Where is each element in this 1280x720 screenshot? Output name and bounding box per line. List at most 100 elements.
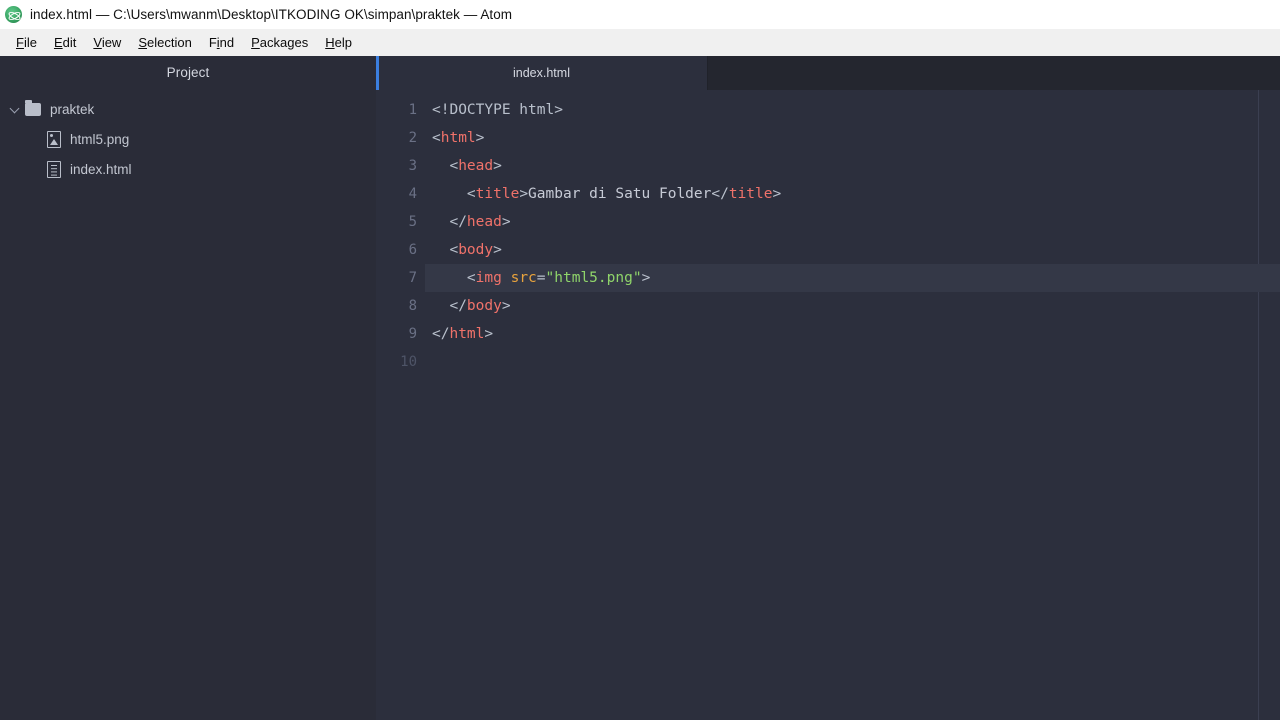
code-line-text xyxy=(417,348,432,376)
line-number: 8 xyxy=(408,298,417,314)
menu-item-help[interactable]: Help xyxy=(317,33,361,52)
menu-mnemonic: F xyxy=(16,35,24,50)
menu-item-view[interactable]: View xyxy=(85,33,130,52)
code-line-text: </html> xyxy=(417,320,493,348)
folder-icon xyxy=(25,99,41,116)
window-titlebar: index.html — C:\Users\mwanm\Desktop\ITKO… xyxy=(0,0,1280,29)
code-token: Gambar di Satu Folder xyxy=(528,186,712,202)
code-line-text: <!DOCTYPE html> xyxy=(417,96,563,124)
menu-item-find[interactable]: Find xyxy=(201,33,243,52)
code-line-text: <body> xyxy=(417,236,502,264)
code-line[interactable]: 8 </body> xyxy=(376,292,1280,320)
code-token: head xyxy=(458,158,494,174)
code-line[interactable]: 7 <img src="html5.png"> xyxy=(376,264,1280,292)
tree-item-label: index.html xyxy=(70,161,132,177)
menu-label-pre: F xyxy=(208,35,217,50)
code-token: </ xyxy=(432,298,467,314)
line-number: 5 xyxy=(408,214,417,230)
menu-label-rest: election xyxy=(147,35,192,50)
project-tree-panel: Project praktek html5.png index.html xyxy=(0,56,376,720)
atom-logo-icon xyxy=(5,6,22,23)
menu-mnemonic: V xyxy=(93,35,102,50)
line-number: 1 xyxy=(408,102,417,118)
code-token: < xyxy=(432,186,476,202)
code-line[interactable]: 1 <!DOCTYPE html> xyxy=(376,96,1280,124)
code-token: src xyxy=(510,270,537,286)
code-token: > xyxy=(493,242,502,258)
atom-editor-window: index.html — C:\Users\mwanm\Desktop\ITKO… xyxy=(0,0,1280,720)
tree-item-html5-png[interactable]: html5.png xyxy=(0,124,376,154)
code-token: body xyxy=(458,242,494,258)
menu-item-packages[interactable]: Packages xyxy=(243,33,317,52)
line-number: 6 xyxy=(408,242,417,258)
text-file-icon xyxy=(47,160,61,178)
code-line-text: <title>Gambar di Satu Folder</title> xyxy=(417,180,781,208)
project-panel-title: Project xyxy=(166,65,210,80)
code-token: < xyxy=(432,130,441,146)
code-line[interactable]: 6 <body> xyxy=(376,236,1280,264)
code-editor[interactable]: 1 <!DOCTYPE html> 2 <html> 3 <head> 4 <title>… xyxy=(376,90,1280,720)
code-token: title xyxy=(728,186,773,202)
menu-mnemonic: H xyxy=(325,35,335,50)
line-number: 10 xyxy=(400,354,417,370)
code-token: </ xyxy=(432,326,450,342)
menu-item-edit[interactable]: Edit xyxy=(46,33,85,52)
code-token: "html5.png" xyxy=(545,270,642,286)
code-token: < xyxy=(432,270,476,286)
tree-item-label: html5.png xyxy=(70,131,130,147)
code-line[interactable]: 4 <title>Gambar di Satu Folder</title> xyxy=(376,180,1280,208)
code-token: > xyxy=(501,214,511,230)
image-file-icon xyxy=(47,130,61,148)
code-token: > xyxy=(493,158,502,174)
code-line-text: <head> xyxy=(417,152,502,180)
code-token: > xyxy=(475,130,485,146)
file-tree: praktek html5.png index.html xyxy=(0,86,376,184)
code-token: < xyxy=(432,158,459,174)
chevron-down-icon[interactable] xyxy=(8,102,22,116)
code-line[interactable]: 9 </html> xyxy=(376,320,1280,348)
menu-item-selection[interactable]: Selection xyxy=(130,33,200,52)
menu-mnemonic: P xyxy=(251,35,260,50)
editor-tabbar: index.html xyxy=(376,56,1280,90)
line-number: 3 xyxy=(408,158,417,174)
code-line[interactable]: 2 <html> xyxy=(376,124,1280,152)
code-line[interactable]: 10 xyxy=(376,348,1280,376)
code-token: title xyxy=(475,186,520,202)
tab-label: index.html xyxy=(513,66,570,80)
code-token: </ xyxy=(432,214,467,230)
menu-label-rest: iew xyxy=(101,35,122,50)
code-line-text: <img src="html5.png"> xyxy=(417,264,650,292)
line-number: 2 xyxy=(408,130,417,146)
menu-label-rest: ile xyxy=(23,35,37,50)
code-token: > xyxy=(519,186,529,202)
tree-item-praktek[interactable]: praktek xyxy=(0,94,376,124)
tree-item-label: praktek xyxy=(50,101,95,117)
tree-item-index-html[interactable]: index.html xyxy=(0,154,376,184)
code-token: > xyxy=(772,186,782,202)
code-token: head xyxy=(466,214,502,230)
code-line-text: </head> xyxy=(417,208,511,236)
code-token: > xyxy=(484,326,494,342)
menu-mnemonic: S xyxy=(138,35,147,50)
menu-mnemonic: E xyxy=(53,35,63,50)
code-token: </ xyxy=(711,186,729,202)
code-line-text: <html> xyxy=(417,124,484,152)
tab-index-html[interactable]: index.html xyxy=(376,56,708,90)
line-number: 4 xyxy=(408,186,417,202)
code-token: body xyxy=(466,298,502,314)
code-token: = xyxy=(536,270,546,286)
code-token: html xyxy=(440,130,476,146)
code-token: < xyxy=(432,242,459,258)
code-token: <!DOCTYPE html> xyxy=(432,102,563,118)
menu-label-rest: ackages xyxy=(259,35,309,50)
code-line[interactable]: 5 </head> xyxy=(376,208,1280,236)
code-line-text: </body> xyxy=(417,292,510,320)
line-number: 7 xyxy=(408,270,417,286)
code-lines: 1 <!DOCTYPE html> 2 <html> 3 <head> 4 <title>… xyxy=(376,90,1280,376)
code-line[interactable]: 3 <head> xyxy=(376,152,1280,180)
menu-item-file[interactable]: File xyxy=(8,33,46,52)
menu-label-rest: nd xyxy=(219,35,235,50)
code-token: html xyxy=(449,326,485,342)
editor-pane: index.html 1 <!DOCTYPE html> 2 <html> 3 <hea… xyxy=(376,56,1280,720)
